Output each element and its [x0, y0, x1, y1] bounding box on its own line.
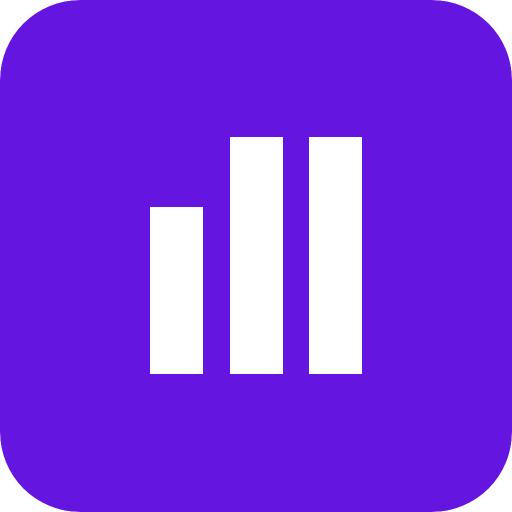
bar-2 — [230, 137, 283, 374]
bar-1 — [150, 207, 203, 374]
app-icon-graphic — [0, 0, 512, 512]
app-icon[interactable] — [0, 0, 512, 512]
bar-3 — [309, 137, 362, 374]
